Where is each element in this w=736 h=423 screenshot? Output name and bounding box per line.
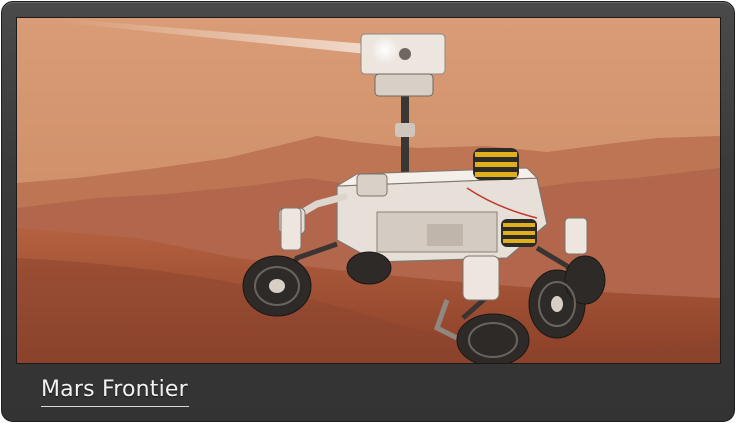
caption-underline xyxy=(41,406,189,407)
mars-rover-image xyxy=(17,18,720,363)
card-caption[interactable]: Mars Frontier xyxy=(41,376,188,404)
image-frame[interactable] xyxy=(16,17,721,364)
media-card: Mars Frontier xyxy=(1,1,735,422)
